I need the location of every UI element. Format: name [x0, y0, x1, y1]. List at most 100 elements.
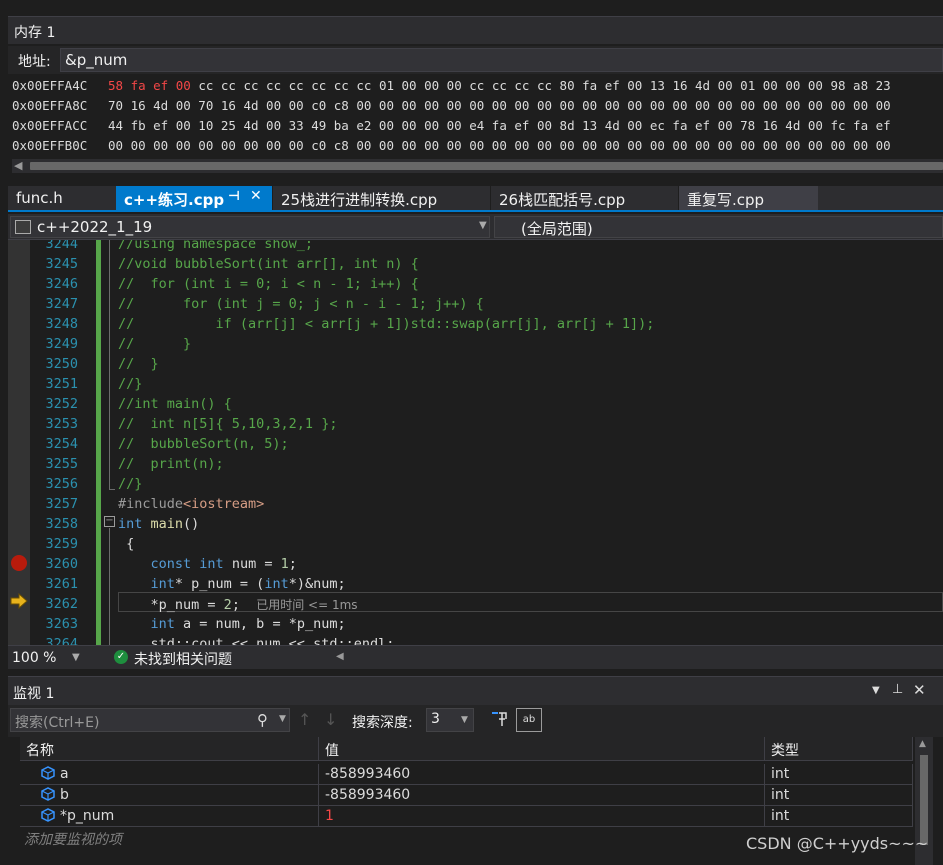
watch-type: int [765, 764, 913, 785]
zoom-level[interactable]: 100 % [12, 650, 56, 666]
chevron-down-icon[interactable]: ▼ [279, 714, 286, 724]
window-dropdown-icon[interactable]: ▼ [872, 685, 880, 696]
code-line[interactable]: int a = num, b = *p_num; [118, 616, 346, 636]
tab-label: c++练习.cpp [124, 191, 225, 209]
code-line[interactable]: int* p_num = (int*)&num; [118, 576, 346, 596]
search-depth-value: 3 [431, 711, 440, 727]
watch-search-input[interactable]: 搜索(Ctrl+E) ⚲ ▼ [10, 708, 290, 732]
watermark: CSDN @C++yyds~~~ [746, 834, 929, 853]
code-line[interactable]: //void bubbleSort(int arr[], int n) { [118, 256, 419, 276]
tab-26-stack-brackets[interactable]: 26栈匹配括号.cpp [490, 186, 678, 210]
close-icon[interactable]: ✕ [913, 681, 926, 699]
line-number: 3244 [45, 240, 78, 252]
change-tracking-bar [96, 240, 101, 495]
format-ab-icon[interactable]: ab [516, 708, 542, 732]
memory-address-input[interactable] [60, 48, 943, 72]
pin-icon[interactable]: ⊥ [892, 682, 903, 697]
code-line[interactable]: //} [118, 476, 142, 496]
tab-label: func.h [16, 189, 63, 207]
scroll-left-icon[interactable]: ◀ [336, 651, 344, 662]
code-line[interactable]: std::cout << num << std::endl; [118, 636, 395, 645]
line-number: 3257 [45, 496, 78, 512]
code-line[interactable]: //using namespace show_; [118, 240, 313, 256]
watch-panel-title: 监视 1 [13, 686, 55, 702]
table-row[interactable]: *p_num 1 int [20, 806, 913, 827]
fold-guide [109, 240, 110, 490]
column-header-type[interactable]: 类型 [765, 737, 913, 761]
chevron-down-icon[interactable]: ▼ [72, 652, 80, 663]
memory-row-bytes: 70 16 4d 00 70 16 4d 00 00 c0 c8 00 00 0… [108, 98, 891, 113]
line-number: 3262 [45, 596, 78, 612]
code-line[interactable]: #include<iostream> [118, 496, 264, 516]
table-row[interactable]: b -858993460 int [20, 785, 913, 806]
code-line[interactable]: { [118, 536, 134, 556]
code-line[interactable]: int main() [118, 516, 199, 536]
search-depth-dropdown[interactable]: 3 ▼ [426, 708, 474, 732]
code-line[interactable]: const int num = 1; [118, 556, 297, 576]
watch-name-cell: b [20, 785, 319, 806]
search-icon[interactable]: ⚲ [257, 711, 268, 729]
issues-status[interactable]: 未找到相关问题 [134, 649, 232, 669]
pin-icon[interactable]: ⊣ [228, 189, 240, 204]
code-line[interactable]: // print(n); [118, 456, 224, 476]
code-line[interactable]: // } [118, 336, 191, 356]
tab-label: 25栈进行进制转换.cpp [281, 191, 438, 209]
scroll-left-icon[interactable]: ◀ [14, 159, 22, 172]
watch-toolbar: 搜索(Ctrl+E) ⚲ ▼ ↑ ↓ 搜索深度: 3 ▼ ab [8, 707, 943, 735]
line-number: 3259 [45, 536, 78, 552]
line-number: 3254 [45, 436, 78, 452]
search-previous-icon[interactable]: ↑ [298, 710, 311, 729]
table-row[interactable]: a -858993460 int [20, 764, 913, 785]
scroll-up-icon[interactable]: ▲ [919, 739, 926, 749]
memory-panel-title: 内存 1 [8, 16, 943, 44]
code-line[interactable]: // bubbleSort(n, 5); [118, 436, 289, 456]
memory-address-row: 地址: [8, 46, 943, 74]
code-line[interactable]: // for (int i = 0; i < n - 1; i++) { [118, 276, 419, 296]
scope-dropdown[interactable]: (全局范围) [494, 216, 943, 238]
pin-visualizer-icon[interactable] [490, 710, 510, 730]
memory-horizontal-scrollbar[interactable]: ◀ [12, 159, 943, 173]
watch-value-changed[interactable]: 1 [319, 806, 765, 827]
code-line[interactable]: // int n[5]{ 5,10,3,2,1 }; [118, 416, 337, 436]
code-line[interactable]: // } [118, 356, 159, 376]
scrollbar-thumb[interactable] [920, 755, 928, 845]
code-line[interactable]: *p_num = 2; 已用时间 <= 1ms [118, 596, 358, 616]
close-icon[interactable]: ✕ [250, 188, 262, 204]
line-number: 3252 [45, 396, 78, 412]
column-header-value[interactable]: 值 [319, 737, 765, 761]
column-header-name[interactable]: 名称 [20, 737, 319, 761]
memory-row[interactable]: 0x00EFFA8C 70 16 4d 00 70 16 4d 00 00 c0 … [12, 98, 891, 118]
tab-cpp-practice[interactable]: c++练习.cpp ⊣ ✕ [116, 186, 272, 210]
variable-icon [41, 787, 55, 801]
tab-label: 重复写.cpp [687, 191, 765, 209]
project-dropdown[interactable]: c++2022_1_19 ▼ [10, 216, 490, 238]
scrollbar-thumb[interactable] [30, 162, 943, 170]
navigation-bar: c++2022_1_19 ▼ (全局范围) [8, 214, 943, 240]
line-number: 3245 [45, 256, 78, 272]
memory-row[interactable]: 0x00EFFACC 44 fb ef 00 10 25 4d 00 33 49 … [12, 118, 891, 138]
add-watch-item[interactable]: 添加要监视的项 [20, 827, 126, 848]
code-line[interactable]: // for (int j = 0; j < n - i - 1; j++) { [118, 296, 484, 316]
tab-rewrite[interactable]: 重复写.cpp [678, 186, 818, 210]
code-line[interactable]: //} [118, 376, 142, 396]
watch-value[interactable]: -858993460 [319, 785, 765, 806]
memory-address-label: 地址: [18, 54, 51, 70]
tab-25-stack-conversion[interactable]: 25栈进行进制转换.cpp [272, 186, 490, 210]
code-line[interactable]: // if (arr[j] < arr[j + 1])std::swap(arr… [118, 316, 654, 336]
tab-func-h[interactable]: func.h [8, 186, 116, 210]
watch-value[interactable]: -858993460 [319, 764, 765, 785]
watch-name-cell: *p_num [20, 806, 319, 827]
breakpoint-icon[interactable] [11, 555, 27, 571]
watch-name: b [60, 787, 69, 803]
line-number: 3248 [45, 316, 78, 332]
glyph-margin[interactable] [8, 240, 30, 645]
variable-icon [41, 766, 55, 780]
line-number: 3249 [45, 336, 78, 352]
code-line[interactable]: //int main() { [118, 396, 232, 416]
code-editor[interactable]: − 3244 //using namespace show_; 3245 //void… [8, 240, 943, 645]
memory-row[interactable]: 0x00EFFA4C 58 fa ef 00 cc cc cc cc cc cc … [12, 78, 891, 98]
memory-row[interactable]: 0x00EFFB0C 00 00 00 00 00 00 00 00 00 c0 … [12, 138, 891, 158]
project-label: c++2022_1_19 [37, 218, 153, 236]
search-next-icon[interactable]: ↓ [324, 710, 337, 729]
collapse-toggle-icon[interactable]: − [104, 516, 115, 527]
